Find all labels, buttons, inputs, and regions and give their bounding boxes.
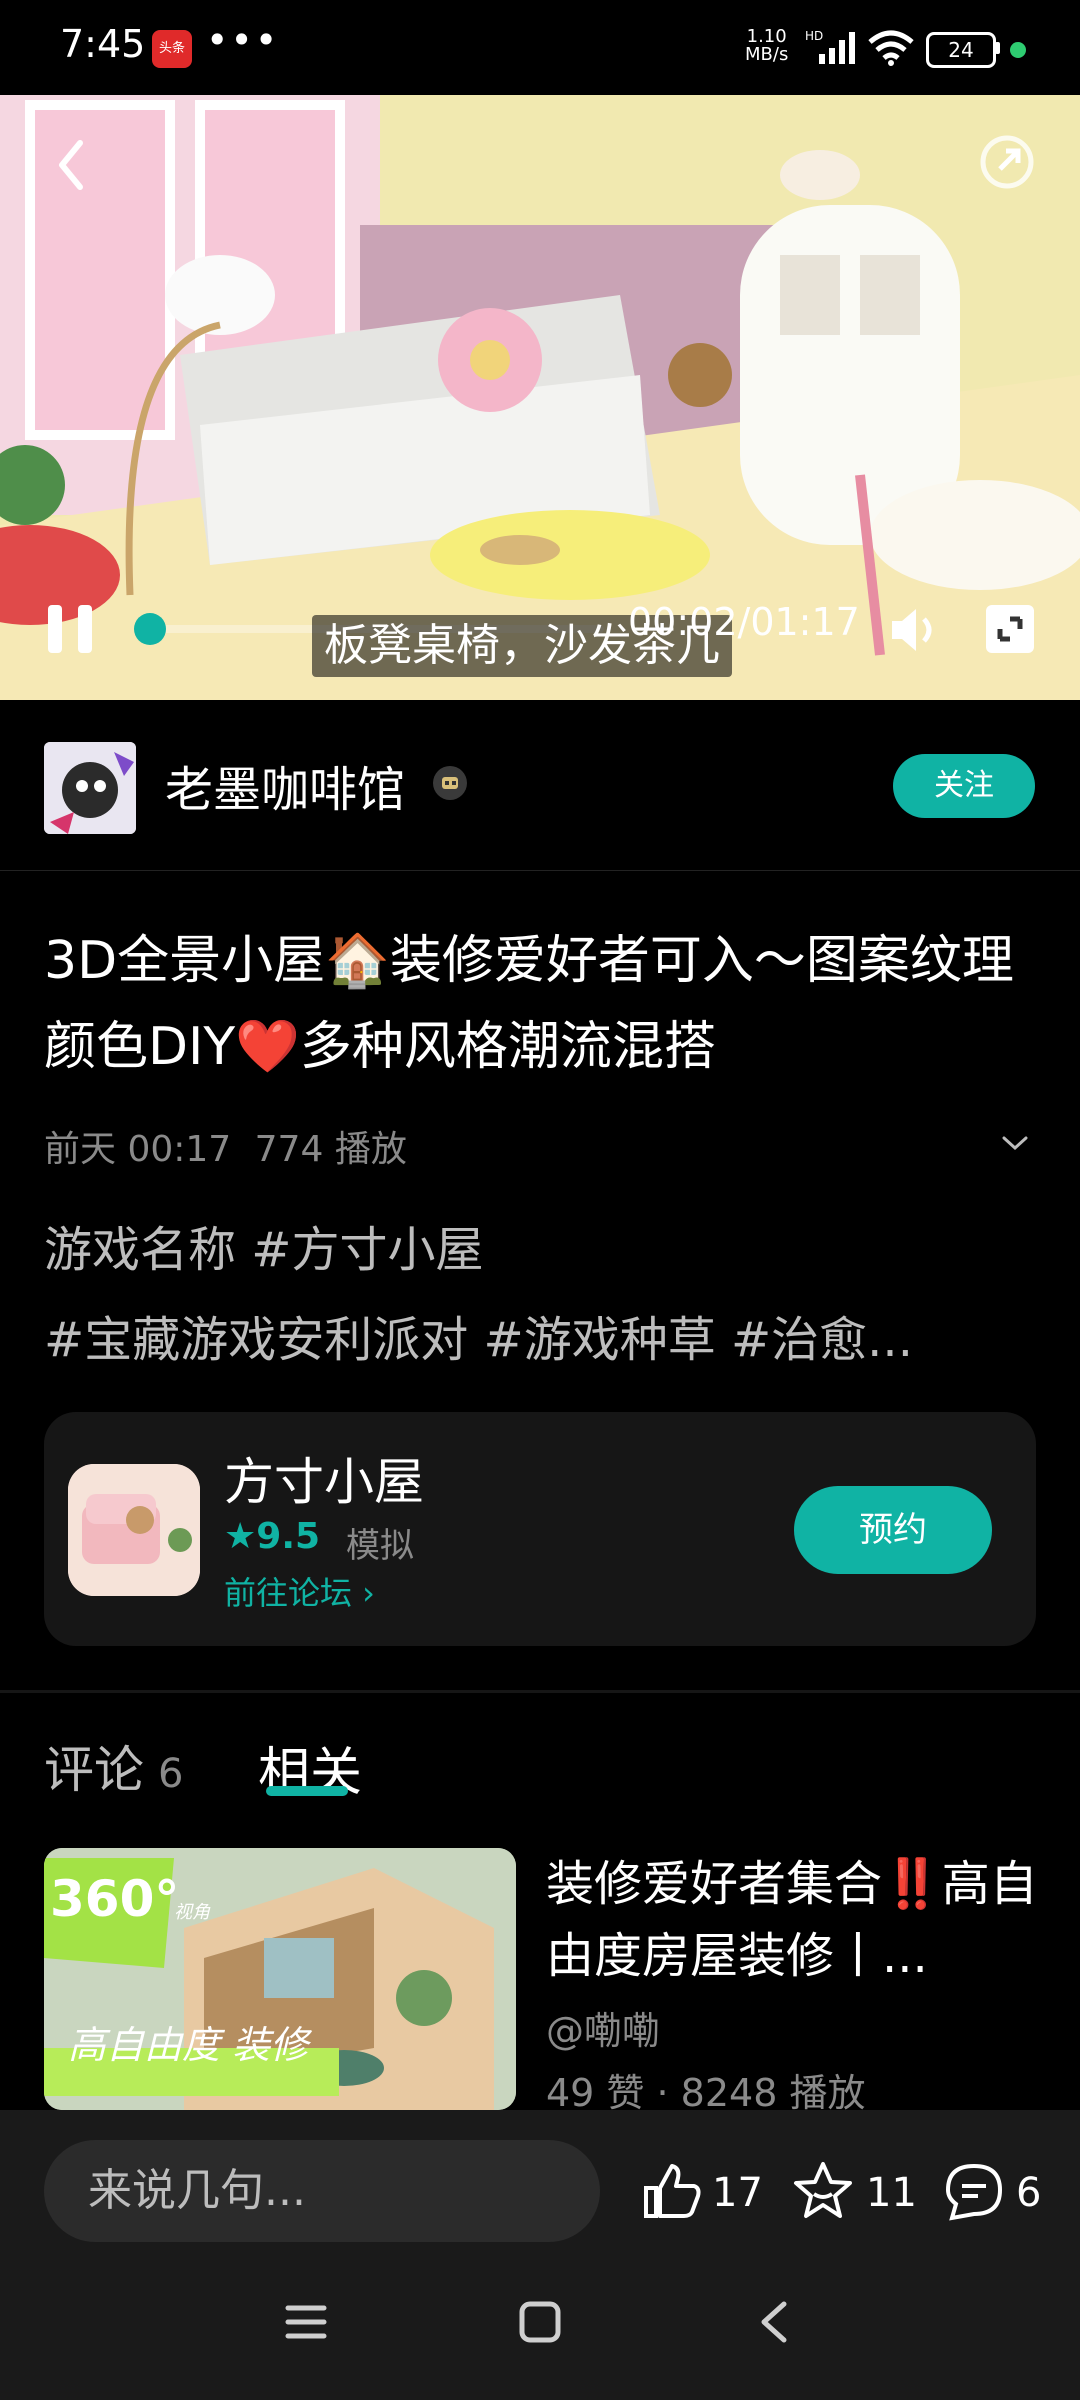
thumb-caption: 高自由度 装修 bbox=[68, 2023, 313, 2067]
volume-icon[interactable] bbox=[888, 603, 942, 657]
status-time: 7:45 bbox=[60, 22, 146, 66]
news-app-icon: 头条 bbox=[152, 30, 192, 68]
like-count[interactable]: 17 bbox=[712, 2170, 763, 2216]
like-icon[interactable] bbox=[640, 2160, 702, 2222]
game-rating: ★9.5 bbox=[224, 1516, 320, 1557]
battery-icon: 24 bbox=[926, 32, 996, 68]
post-tags-line1[interactable]: 游戏名称 #方寸小屋 bbox=[44, 1210, 483, 1280]
share-icon[interactable] bbox=[978, 133, 1036, 191]
nav-back-icon[interactable] bbox=[756, 2298, 792, 2346]
follow-button[interactable]: 关注 bbox=[893, 754, 1035, 818]
forum-link[interactable]: 前往论坛 › bbox=[224, 1568, 375, 1614]
wifi-icon bbox=[868, 30, 914, 66]
related-thumbnail[interactable]: 360° 视角 高自由度 装修 bbox=[44, 1848, 516, 2110]
post-title: 3D全景小屋🏠装修爱好者可入～图案纹理颜色DIY❤️多种风格潮流混搭 bbox=[44, 931, 1014, 1077]
game-name[interactable]: 方寸小屋 bbox=[224, 1442, 424, 1514]
signal-icon: HD bbox=[805, 30, 855, 64]
related-title[interactable]: 装修爱好者集合‼️高自由度房屋装修丨... bbox=[546, 1848, 1046, 1992]
related-author[interactable]: @嘞嘞 bbox=[546, 2000, 660, 2055]
thumb-badge: 360° bbox=[50, 1870, 179, 1928]
video-time: 00:02/01:17 bbox=[628, 600, 860, 644]
thumb-badge-sub: 视角 bbox=[174, 1902, 211, 1923]
avatar[interactable] bbox=[44, 742, 136, 834]
progress-handle[interactable] bbox=[134, 613, 167, 645]
pause-icon[interactable] bbox=[46, 603, 96, 655]
comment-input[interactable]: 来说几句... bbox=[44, 2140, 600, 2242]
author-name[interactable]: 老墨咖啡馆 bbox=[165, 750, 405, 820]
star-icon: ★ bbox=[224, 1516, 257, 1557]
more-notifications-icon: ••• bbox=[206, 18, 280, 62]
status-bar: 7:45 头条 ••• 1.10 MB/s HD 24 bbox=[0, 0, 1080, 95]
related-stats: 49 赞 · 8248 播放 bbox=[546, 2071, 866, 2115]
comment-icon[interactable] bbox=[942, 2160, 1006, 2222]
video-player[interactable] bbox=[0, 95, 1080, 700]
tab-comments-count: 6 bbox=[158, 1751, 184, 1797]
battery-tip bbox=[995, 42, 1000, 54]
tab-active-indicator bbox=[266, 1786, 348, 1796]
comment-count[interactable]: 6 bbox=[1016, 2170, 1041, 2216]
system-nav-bar bbox=[0, 2250, 1080, 2400]
author-row: 老墨咖啡馆 关注 bbox=[0, 700, 1080, 871]
post-plays: 774 播放 bbox=[254, 1129, 407, 1170]
bottom-action-bar: 来说几句... 17 11 6 bbox=[0, 2110, 1080, 2250]
hd-label: HD bbox=[805, 30, 823, 43]
star-favorite-icon[interactable] bbox=[792, 2160, 854, 2222]
section-divider bbox=[0, 1690, 1080, 1693]
post-time: 前天 00:17 bbox=[44, 1129, 232, 1170]
game-category: 模拟 bbox=[346, 1526, 414, 1566]
home-icon[interactable] bbox=[518, 2300, 562, 2344]
chevron-down-icon[interactable] bbox=[1000, 1128, 1030, 1158]
tab-comments[interactable]: 评论 6 bbox=[44, 1730, 183, 1802]
tab-comments-label: 评论 bbox=[44, 1741, 144, 1799]
network-speed: 1.10 MB/s bbox=[745, 28, 788, 64]
network-speed-unit: MB/s bbox=[745, 44, 789, 65]
fullscreen-icon[interactable] bbox=[984, 603, 1036, 655]
game-rating-value: 9.5 bbox=[256, 1516, 321, 1557]
post-tags-line2[interactable]: #宝藏游戏安利派对 #游戏种草 #治愈... bbox=[44, 1300, 913, 1370]
game-icon[interactable] bbox=[68, 1464, 200, 1596]
post-meta: 前天 00:17 774 播放 bbox=[44, 1120, 407, 1172]
notification-dot-icon bbox=[1010, 42, 1026, 58]
creator-badge-icon bbox=[433, 766, 467, 800]
reserve-button[interactable]: 预约 bbox=[794, 1486, 992, 1574]
menu-icon[interactable] bbox=[284, 2302, 328, 2342]
game-card[interactable]: 方寸小屋 ★9.5 模拟 前往论坛 › 预约 bbox=[44, 1412, 1036, 1646]
back-icon[interactable] bbox=[52, 135, 92, 195]
favorite-count[interactable]: 11 bbox=[866, 2170, 917, 2216]
